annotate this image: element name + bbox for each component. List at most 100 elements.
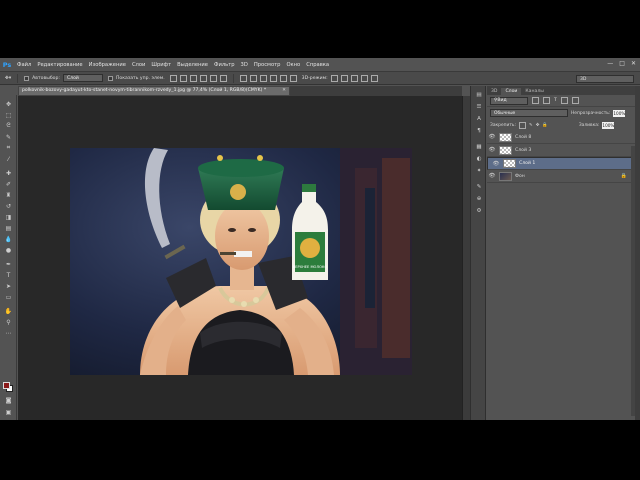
canvas-area[interactable]: ВЕРХНЕЕ МОЛОКО [18, 96, 462, 420]
filter-smart-icon[interactable] [571, 97, 579, 104]
lock-all-icon[interactable]: 🔒 [542, 123, 547, 128]
eye-icon[interactable]: 👁 [487, 147, 497, 153]
tool-presets-panel-icon[interactable]: ⚙ [474, 206, 484, 215]
menu-edit[interactable]: Редактирование [34, 62, 85, 68]
eyedropper-tool-icon[interactable]: ⁄ [3, 154, 14, 164]
styles-panel-icon[interactable]: ✦ [474, 166, 484, 175]
menu-type[interactable]: Шрифт [148, 62, 174, 68]
align-hcenter-icon[interactable] [209, 74, 217, 82]
paragraph-panel-icon[interactable]: ¶ [474, 126, 484, 135]
foreground-color-swatch[interactable] [3, 382, 10, 389]
3d-rotate-icon[interactable] [330, 74, 338, 82]
eye-icon[interactable]: 👁 [487, 134, 497, 140]
filter-type-icon[interactable]: T [554, 98, 557, 103]
align-bottom-icon[interactable] [189, 74, 197, 82]
opacity-input[interactable]: 100% [613, 109, 626, 117]
pen-tool-icon[interactable]: ✒ [3, 259, 14, 269]
clone-source-panel-icon[interactable]: ⊕ [474, 194, 484, 203]
document-image[interactable]: ВЕРХНЕЕ МОЛОКО [70, 148, 412, 375]
history-panel-icon[interactable]: ▤ [474, 90, 484, 99]
layer-row[interactable]: 👁 Слой 8 [487, 131, 635, 144]
menu-window[interactable]: Окно [283, 62, 303, 68]
blend-mode-select[interactable]: Обычные [490, 109, 568, 117]
menu-file[interactable]: Файл [14, 62, 34, 68]
layer-row-background[interactable]: 👁 Фон 🔒 [487, 170, 635, 183]
eraser-tool-icon[interactable]: ◨ [3, 212, 14, 222]
3d-drag-icon[interactable] [350, 74, 358, 82]
path-select-tool-icon[interactable]: ➤ [3, 281, 14, 291]
layer-row[interactable]: 👁 Слой 3 [487, 144, 635, 157]
hand-tool-icon[interactable]: ✋ [3, 306, 14, 316]
kind-filter-select[interactable]: ⚲ Вид [490, 96, 528, 105]
zoom-tool-icon[interactable]: ⚲ [3, 317, 14, 327]
3d-roll-icon[interactable] [340, 74, 348, 82]
brushes-panel-icon[interactable]: ✎ [474, 182, 484, 191]
gradient-tool-icon[interactable]: ▤ [3, 223, 14, 233]
distribute-bottom-icon[interactable] [259, 74, 267, 82]
menu-3d[interactable]: 3D [238, 62, 251, 68]
tab-3d[interactable]: 3D [487, 88, 501, 95]
distribute-right-icon[interactable] [289, 74, 297, 82]
canvas-scrollbar[interactable] [462, 96, 470, 420]
shape-tool-icon[interactable]: ▭ [3, 292, 14, 302]
menu-select[interactable]: Выделение [174, 62, 211, 68]
maximize-button[interactable]: □ [619, 60, 625, 67]
tab-channels[interactable]: Каналы [521, 88, 547, 95]
move-tool-icon[interactable]: ✥ [3, 99, 14, 109]
minimize-button[interactable]: — [607, 60, 613, 67]
screen-mode-icon[interactable]: ▣ [3, 407, 14, 417]
filter-shape-icon[interactable] [560, 97, 568, 104]
character-panel-icon[interactable]: A [474, 114, 484, 123]
filter-adjustment-icon[interactable] [543, 97, 550, 104]
stamp-tool-icon[interactable]: ♜ [3, 190, 14, 200]
distribute-left-icon[interactable] [269, 74, 277, 82]
close-window-button[interactable]: ✕ [631, 60, 636, 67]
menu-layers[interactable]: Слои [129, 62, 148, 68]
distribute-hcenter-icon[interactable] [279, 74, 287, 82]
marquee-tool-icon[interactable]: ⬚ [3, 110, 14, 120]
more-tools-icon[interactable]: ⋯ [3, 328, 14, 338]
layer-row-selected[interactable]: 👁 Слой 1 [487, 157, 635, 170]
close-document-icon[interactable]: ✕ [282, 87, 286, 95]
distribute-vcenter-icon[interactable] [249, 74, 257, 82]
workspace-select[interactable]: 3D [576, 75, 634, 83]
history-brush-tool-icon[interactable]: ↺ [3, 201, 14, 211]
layer-name: Фон [515, 173, 525, 179]
properties-panel-icon[interactable]: ☰ [474, 102, 484, 111]
filter-pixel-icon[interactable] [532, 97, 539, 104]
menu-image[interactable]: Изображение [86, 62, 129, 68]
autoselect-select[interactable]: Слой [62, 74, 103, 82]
adjustments-panel-icon[interactable]: ◐ [474, 154, 484, 163]
blur-tool-icon[interactable]: 💧 [3, 234, 14, 244]
fill-input[interactable]: 100% [602, 121, 615, 129]
autoselect-checkbox[interactable] [24, 75, 30, 81]
quick-select-tool-icon[interactable]: ✎ [3, 132, 14, 142]
menu-help[interactable]: Справка [303, 62, 332, 68]
show-transform-checkbox[interactable] [107, 75, 113, 81]
lock-pixels-icon[interactable]: ✎ [529, 123, 533, 128]
3d-slide-icon[interactable] [360, 74, 368, 82]
eye-icon[interactable]: 👁 [491, 161, 501, 167]
quick-mask-icon[interactable]: ◙ [3, 395, 14, 405]
lock-position-icon[interactable]: ✥ [536, 123, 540, 128]
move-tool-preset-icon[interactable]: ✥▾ [5, 76, 11, 81]
align-top-icon[interactable] [169, 74, 177, 82]
menu-filter[interactable]: Фильтр [211, 62, 238, 68]
healing-tool-icon[interactable]: ✚ [3, 168, 14, 178]
align-vcenter-icon[interactable] [179, 74, 187, 82]
crop-tool-icon[interactable]: ⌗ [3, 143, 14, 153]
document-tab[interactable]: polkovnik-bozovy-gadayut-kto-stanet-novy… [18, 86, 290, 96]
eye-icon[interactable]: 👁 [487, 173, 497, 179]
lock-transparent-icon[interactable] [519, 121, 526, 129]
distribute-top-icon[interactable] [239, 74, 247, 82]
lasso-tool-icon[interactable]: ᘓ [3, 121, 14, 131]
dodge-tool-icon[interactable]: ● [3, 245, 14, 255]
3d-scale-icon[interactable] [370, 74, 378, 82]
tab-layers[interactable]: Слои [501, 88, 522, 95]
align-left-icon[interactable] [199, 74, 207, 82]
align-right-icon[interactable] [219, 74, 227, 82]
swatches-panel-icon[interactable]: ▦ [474, 142, 484, 151]
menu-view[interactable]: Просмотр [251, 62, 284, 68]
brush-tool-icon[interactable]: ✐ [3, 179, 14, 189]
type-tool-icon[interactable]: T [3, 270, 14, 280]
